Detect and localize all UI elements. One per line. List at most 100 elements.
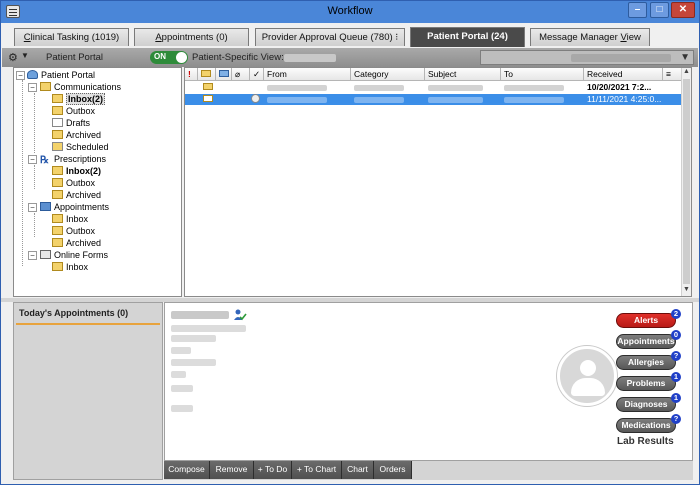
chevron-down-icon[interactable]: ▼ [21, 51, 29, 60]
close-icon: ✕ [678, 4, 688, 15]
tree-comm-drafts[interactable]: Drafts [52, 117, 90, 129]
paperclip-icon: ⌀ [235, 69, 241, 79]
tree-guide [34, 93, 35, 153]
redacted-detail [171, 385, 193, 392]
scroll-thumb[interactable] [683, 79, 690, 284]
lab-results-link[interactable]: Lab Results [617, 436, 674, 447]
prescription-icon: ℞ [40, 155, 49, 166]
diagnoses-badge: 1 [671, 393, 681, 403]
tab-message-manager-view[interactable]: Message Manager View [530, 28, 650, 46]
patient-specific-toggle[interactable]: ON [150, 51, 188, 64]
col-header-received[interactable]: Received [584, 68, 663, 81]
message-row[interactable]: 11/11/2021 4:25:0... [185, 94, 682, 105]
col-header-check[interactable]: ✓ [250, 68, 264, 81]
col-chooser-button[interactable]: ≡ [663, 68, 682, 81]
patient-icon [27, 70, 38, 79]
collapse-patient-portal[interactable]: − [16, 71, 25, 80]
remove-button[interactable]: Remove [210, 461, 254, 479]
tree-ap-archived[interactable]: Archived [52, 237, 101, 249]
scroll-down-icon[interactable]: ▼ [682, 286, 691, 296]
redacted-detail [171, 371, 186, 378]
minimize-icon: – [634, 4, 641, 15]
archive-icon [52, 238, 63, 247]
tab-clinical-tasking[interactable]: Clinical Tasking (1019) [14, 28, 129, 46]
collapse-prescriptions[interactable]: − [28, 155, 37, 164]
redacted-from [267, 85, 327, 91]
col-header-to[interactable]: To [501, 68, 584, 81]
scroll-up-icon[interactable]: ▲ [682, 68, 691, 78]
tree-prescriptions[interactable]: ℞ Prescriptions [40, 153, 106, 166]
portal-toolbar: ⚙ ▼ Patient Portal ON Patient-Specific V… [2, 48, 698, 67]
folder-icon [52, 178, 63, 187]
orders-button[interactable]: Orders [374, 461, 412, 479]
tab-appointments[interactable]: Appointments (0) [134, 28, 249, 46]
message-row[interactable]: 10/20/2021 7:2... [185, 82, 682, 93]
col-header-category[interactable]: Category [351, 68, 425, 81]
redacted-detail [171, 325, 246, 332]
tree-rx-archived[interactable]: Archived [52, 189, 101, 201]
form-icon [40, 250, 51, 259]
checkbox-icon: ✓ [253, 69, 261, 79]
tab-provider-approval-queue[interactable]: Provider Approval Queue (780) ⁝ [255, 28, 405, 46]
message-grid: ! ⌀ ✓ From Category Subject To Received … [184, 67, 692, 297]
redacted-detail [171, 359, 216, 366]
tree-of-inbox[interactable]: Inbox [52, 261, 88, 273]
col-header-flag[interactable]: ! [185, 68, 198, 81]
collapse-appointments[interactable]: − [28, 203, 37, 212]
appointments-badge: 0 [671, 330, 681, 340]
col-header-attachment[interactable]: ⌀ [232, 68, 250, 81]
patient-select-dropdown[interactable]: ▼ [480, 50, 694, 65]
tab-patient-portal[interactable]: Patient Portal (24) [410, 27, 525, 47]
minimize-button[interactable]: – [628, 2, 647, 18]
redacted-detail [171, 405, 193, 412]
tree-guide [34, 165, 35, 189]
tree-rx-outbox[interactable]: Outbox [52, 177, 95, 189]
folder-icon [52, 262, 63, 271]
list-icon: ≡ [666, 69, 671, 79]
redacted-detail [171, 335, 216, 342]
medications-button[interactable]: Medications [616, 418, 676, 433]
alerts-button[interactable]: Alerts [616, 313, 676, 328]
tree-online-forms[interactable]: Online Forms [40, 249, 108, 261]
gear-icon[interactable]: ⚙ [8, 51, 18, 64]
folder-icon [52, 106, 63, 115]
problems-button[interactable]: Problems [616, 376, 676, 391]
folder-icon [52, 226, 63, 235]
tree-comm-inbox[interactable]: Inbox(2) [52, 93, 105, 105]
tree-patient-portal[interactable]: Patient Portal [27, 69, 95, 81]
tree-ap-inbox[interactable]: Inbox [52, 213, 88, 225]
add-to-chart-button[interactable]: + To Chart [292, 461, 342, 479]
compose-button[interactable]: Compose [164, 461, 210, 479]
chart-button[interactable]: Chart [342, 461, 374, 479]
tree-comm-scheduled[interactable]: Scheduled [52, 141, 109, 153]
tree-comm-outbox[interactable]: Outbox [52, 105, 95, 117]
allergies-button[interactable]: Allergies [616, 355, 676, 370]
add-to-do-button[interactable]: + To Do [254, 461, 292, 479]
verified-user-icon [233, 309, 247, 321]
close-button[interactable]: ✕ [671, 2, 695, 18]
diagnoses-button[interactable]: Diagnoses [616, 397, 676, 412]
grid-scrollbar[interactable]: ▲ ▼ [681, 68, 691, 296]
redacted-subject [428, 97, 483, 103]
redacted-patient-name [171, 311, 229, 319]
redacted-category [354, 85, 404, 91]
appointments-button[interactable]: Appointments [616, 334, 676, 349]
col-header-envelope[interactable] [198, 68, 216, 81]
col-header-subject[interactable]: Subject [425, 68, 501, 81]
tree-rx-inbox[interactable]: Inbox(2) [52, 165, 101, 177]
col-header-folder[interactable] [216, 68, 232, 81]
draft-icon [52, 118, 63, 127]
tree-communications[interactable]: Communications [40, 81, 121, 93]
calendar-icon [40, 202, 51, 211]
tree-comm-archived[interactable]: Archived [52, 129, 101, 141]
col-header-from[interactable]: From [264, 68, 351, 81]
folder-icon [40, 82, 51, 91]
tree-ap-outbox[interactable]: Outbox [52, 225, 95, 237]
patient-specific-view-label: Patient-Specific View: [192, 52, 284, 63]
clock-icon [251, 94, 260, 105]
tree-appointments[interactable]: Appointments [40, 201, 109, 213]
chevron-down-icon: ▼ [680, 52, 690, 63]
collapse-online-forms[interactable]: − [28, 251, 37, 260]
collapse-communications[interactable]: − [28, 83, 37, 92]
maximize-button[interactable]: □ [650, 2, 669, 18]
